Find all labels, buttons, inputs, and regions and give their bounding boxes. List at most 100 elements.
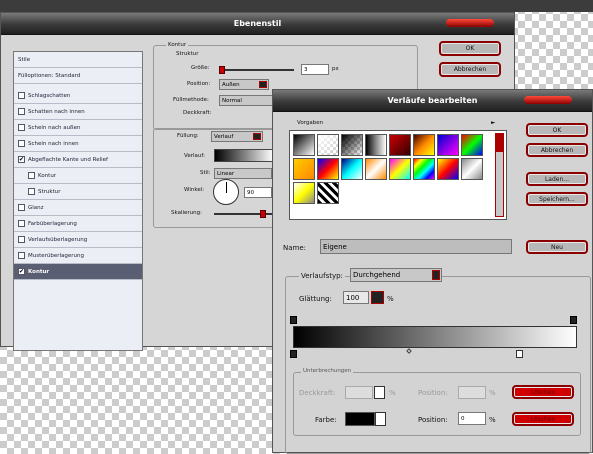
style-checkbox[interactable]: ✔	[18, 268, 25, 275]
style-list-item[interactable]: ✔ Kontur	[14, 264, 142, 280]
stops-group-title: Unterbrechungen	[301, 368, 354, 374]
preset-swatch[interactable]	[389, 134, 411, 156]
style-list-item[interactable]: Stile	[14, 52, 142, 68]
style-checkbox[interactable]	[18, 108, 25, 115]
scale-slider[interactable]	[214, 210, 272, 218]
color-stop-left[interactable]	[290, 350, 297, 358]
angle-dial[interactable]	[213, 179, 239, 205]
layer-style-titlebar[interactable]: Ebenenstil	[1, 13, 514, 35]
new-button[interactable]: Neu	[526, 240, 588, 254]
name-label: Name:	[283, 244, 307, 252]
style-checkbox[interactable]	[18, 220, 25, 227]
style-list-item[interactable]: Verlaufsüberlagerung	[14, 232, 142, 248]
preset-swatch[interactable]	[317, 182, 339, 204]
presets-panel	[289, 130, 507, 220]
preset-swatch[interactable]	[437, 158, 459, 180]
stop-opacity-position-label: Position:	[418, 389, 448, 397]
opacity-stop-left[interactable]	[290, 316, 297, 324]
preset-swatch[interactable]	[365, 134, 387, 156]
style-list-item[interactable]: Kontur	[14, 168, 142, 184]
gradient-swatch[interactable]	[214, 149, 274, 162]
delete-opacity-stop-button[interactable]: Löschen	[512, 385, 574, 399]
style-list-label: Schatten nach innen	[28, 108, 85, 115]
preset-swatch[interactable]	[293, 158, 315, 180]
style-list-item[interactable]: Farbüberlagerung	[14, 216, 142, 232]
stop-color-arrow-icon[interactable]	[375, 412, 386, 426]
style-select[interactable]: Linear	[214, 168, 272, 179]
style-list-label: Struktur	[38, 188, 61, 195]
stop-color-position-input[interactable]: 0	[458, 412, 486, 425]
stop-opacity-arrow-icon[interactable]	[374, 386, 385, 399]
style-checkbox[interactable]	[18, 252, 25, 259]
fill-select-value: Verlauf	[214, 133, 234, 140]
type-select[interactable]: Durchgehend	[350, 268, 442, 282]
preset-swatch[interactable]	[461, 134, 483, 156]
dropdown-arrow-icon[interactable]	[259, 81, 267, 88]
style-checkbox[interactable]	[18, 124, 25, 131]
stop-color-position-label: Position:	[418, 416, 448, 424]
load-button[interactable]: Laden...	[526, 172, 588, 186]
presets-scroll-thumb[interactable]	[496, 134, 503, 152]
color-stop-right[interactable]	[516, 350, 523, 358]
presets-grid	[292, 133, 492, 205]
presets-scrollbar[interactable]	[495, 133, 504, 217]
delete-color-stop-button[interactable]: Löschen	[512, 412, 574, 426]
gradient-editor-titlebar[interactable]: Verläufe bearbeiten	[273, 90, 592, 112]
name-input[interactable]: Eigene	[320, 239, 512, 254]
size-input[interactable]: 3	[301, 64, 329, 75]
preset-swatch[interactable]	[437, 134, 459, 156]
gradient-ok-button[interactable]: OK	[526, 123, 588, 137]
style-list-item[interactable]: Musterüberlagerung	[14, 248, 142, 264]
gradient-cancel-button[interactable]: Abbrechen	[526, 143, 588, 157]
size-slider[interactable]	[219, 66, 294, 74]
scale-slider-thumb[interactable]	[260, 210, 266, 218]
style-checkbox[interactable]	[18, 92, 25, 99]
style-list-item[interactable]: Fülloptionen: Standard	[14, 68, 142, 84]
preset-swatch[interactable]	[389, 158, 411, 180]
style-list-item[interactable]: Schein nach innen	[14, 136, 142, 152]
preset-swatch[interactable]	[365, 158, 387, 180]
preset-swatch[interactable]	[413, 158, 435, 180]
size-slider-thumb[interactable]	[219, 66, 225, 74]
style-checkbox[interactable]	[28, 188, 35, 195]
preset-swatch[interactable]	[341, 158, 363, 180]
style-list-item[interactable]: Schlagschatten	[14, 88, 142, 104]
preset-swatch[interactable]	[341, 134, 363, 156]
preset-swatch[interactable]	[461, 158, 483, 180]
stop-color-swatch[interactable]	[345, 412, 375, 426]
layer-cancel-button[interactable]: Abbrechen	[439, 62, 501, 77]
layer-ok-button[interactable]: OK	[439, 41, 501, 56]
presets-menu-arrow-icon[interactable]: ►	[491, 120, 495, 126]
stop-opacity-position-unit: %	[489, 389, 496, 397]
preset-swatch[interactable]	[293, 182, 315, 204]
preset-swatch[interactable]	[317, 134, 339, 156]
stop-opacity-position-input[interactable]	[458, 386, 486, 399]
smooth-input[interactable]: 100	[343, 291, 369, 304]
style-list-item[interactable]: ✔ Abgeflachte Kante und Relief	[14, 152, 142, 168]
angle-input[interactable]: 90	[244, 187, 272, 198]
opacity-stop-right[interactable]	[570, 316, 577, 324]
style-list-item[interactable]: Glanz	[14, 200, 142, 216]
smooth-arrow-icon[interactable]	[371, 291, 384, 304]
style-checkbox[interactable]	[18, 140, 25, 147]
dropdown-arrow-icon[interactable]	[253, 133, 261, 140]
preset-swatch[interactable]	[413, 134, 435, 156]
style-checkbox[interactable]	[18, 204, 25, 211]
preset-swatch[interactable]	[293, 134, 315, 156]
position-select[interactable]: Außen	[219, 79, 269, 90]
style-checkbox[interactable]	[18, 236, 25, 243]
style-checkbox[interactable]: ✔	[18, 156, 25, 163]
save-button[interactable]: Speichern...	[526, 192, 588, 206]
style-list-item[interactable]: Schein nach außen	[14, 120, 142, 136]
kontur-group-title: Kontur	[166, 42, 189, 48]
mode-select[interactable]: Normal	[219, 95, 275, 106]
gradient-bar[interactable]	[293, 326, 577, 348]
style-list-item[interactable]: Struktur	[14, 184, 142, 200]
dropdown-arrow-icon[interactable]	[432, 270, 440, 280]
preset-swatch[interactable]	[317, 158, 339, 180]
stop-opacity-input[interactable]	[345, 386, 373, 399]
style-checkbox[interactable]	[28, 172, 35, 179]
fill-select[interactable]: Verlauf	[211, 131, 263, 142]
smooth-label: Glättung:	[299, 295, 332, 303]
style-list-item[interactable]: Schatten nach innen	[14, 104, 142, 120]
